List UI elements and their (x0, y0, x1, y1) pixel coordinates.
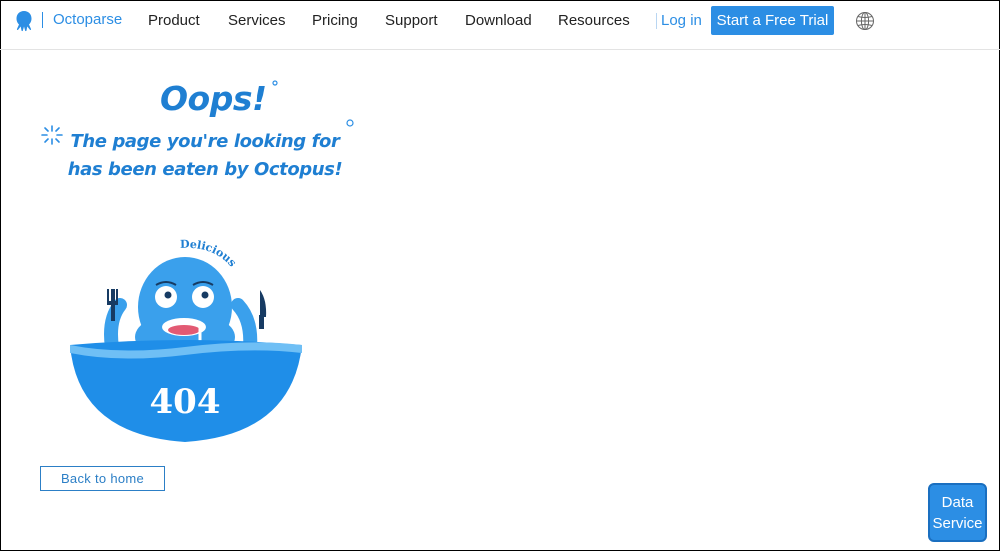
login-separator (656, 13, 657, 29)
nav-resources[interactable]: Resources (558, 12, 630, 29)
data-service-button[interactable]: Data Service (928, 483, 987, 542)
data-service-label-1: Data (941, 494, 974, 511)
globe-icon[interactable] (855, 11, 875, 31)
back-to-home-button[interactable]: Back to home (40, 466, 165, 491)
sparkle-decoration (41, 125, 63, 145)
top-navbar: Octoparse Product Services Pricing Suppo… (0, 0, 1000, 50)
error-code: 404 (150, 382, 221, 422)
logo-separator (42, 12, 43, 28)
nav-download[interactable]: Download (465, 12, 532, 29)
bubble-decoration (272, 80, 278, 86)
octopus-404-illustration: Delicious 404 (70, 238, 302, 442)
brand-name[interactable]: Octoparse (53, 11, 122, 28)
octopus-logo-icon[interactable] (12, 9, 36, 33)
error-message-line1: The page you're looking for (70, 131, 340, 152)
knife-icon (259, 290, 267, 329)
nav-support[interactable]: Support (385, 12, 438, 29)
nav-product[interactable]: Product (148, 12, 200, 29)
login-link[interactable]: Log in (661, 12, 702, 29)
nav-services[interactable]: Services (228, 12, 286, 29)
bubble-decoration (346, 119, 354, 127)
error-message-line2: has been eaten by Octopus! (67, 159, 343, 180)
error-title: Oops! (160, 79, 267, 118)
data-service-label-2: Service (932, 515, 983, 532)
nav-pricing[interactable]: Pricing (312, 12, 358, 29)
free-trial-button[interactable]: Start a Free Trial (711, 6, 834, 35)
